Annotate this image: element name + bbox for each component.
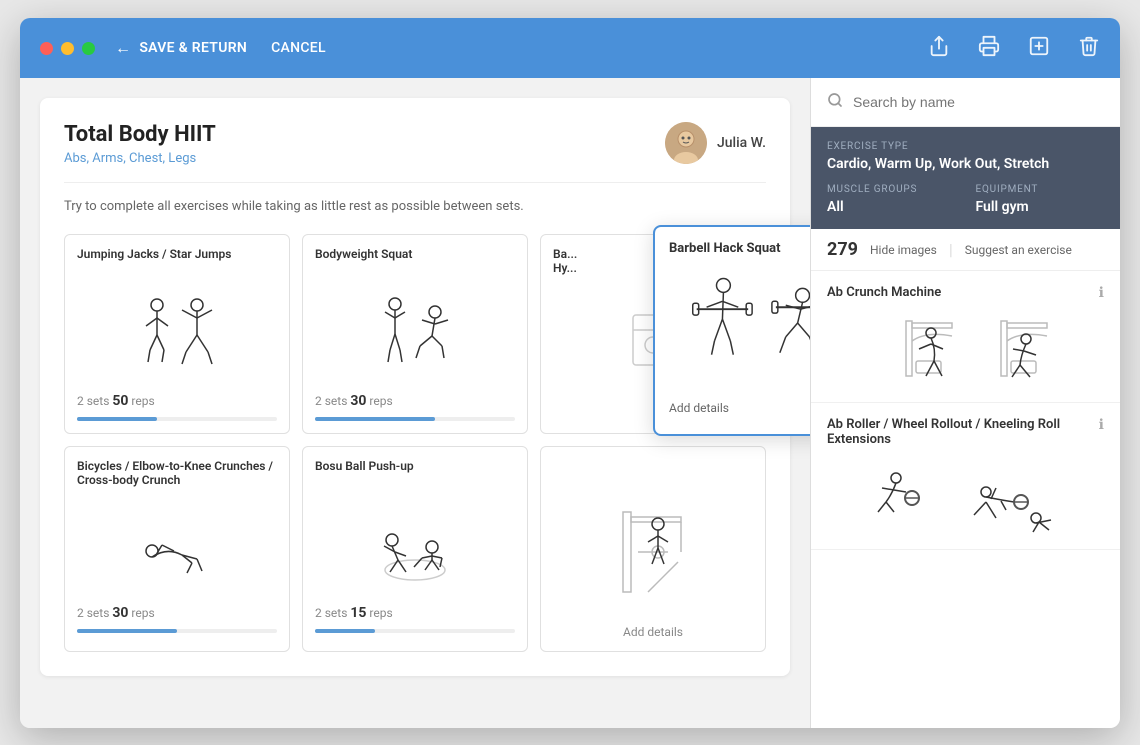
equipment-value: Full gym: [976, 199, 1105, 215]
exercise-list-content: Ab Roller / Wheel Rollout / Kneeling Rol…: [827, 417, 1104, 535]
popup-exercise-name: Barbell Hack Squat: [669, 241, 810, 256]
trainer-name: Julia W.: [717, 135, 766, 151]
exercise-illustration: [77, 285, 277, 385]
filter-row-2col: MUSCLE GROUPS All EQUIPMENT Full gym: [827, 184, 1104, 215]
exercise-illustration: [315, 497, 515, 597]
exercise-name: Bicycles / Elbow-to-Knee Crunches / Cros…: [77, 459, 277, 489]
exercise-list-content: Ab Crunch Machine ℹ: [827, 285, 1104, 388]
exercise-illustration: [315, 285, 515, 385]
exercise-stats: 2 sets 15 reps: [315, 605, 515, 621]
workout-description: Try to complete all exercises while taki…: [64, 199, 766, 214]
hide-images-button[interactable]: Hide images: [870, 243, 937, 257]
muscle-groups-value: All: [827, 199, 956, 215]
maximize-button[interactable]: [82, 42, 95, 55]
exercise-stats: 2 sets 50 reps: [77, 393, 277, 409]
workout-card: Total Body HIIT Abs, Arms, Chest, Legs: [40, 98, 790, 676]
exercise-name: Bodyweight Squat: [315, 247, 515, 277]
equipment-filter: EQUIPMENT Full gym: [976, 184, 1105, 215]
avatar: [665, 122, 707, 164]
print-icon[interactable]: [978, 35, 1000, 62]
close-button[interactable]: [40, 42, 53, 55]
exercise-stats: 2 sets 30 reps: [77, 605, 277, 621]
workout-info: Total Body HIIT Abs, Arms, Chest, Legs: [64, 122, 216, 166]
app-window: ← SAVE & RETURN CANCEL: [20, 18, 1120, 728]
muscle-groups-filter: MUSCLE GROUPS All: [827, 184, 956, 215]
trainer-info: Julia W.: [665, 122, 766, 164]
filter-panel: EXERCISE TYPE Cardio, Warm Up, Work Out,…: [811, 127, 1120, 229]
arrow-left-icon: ←: [115, 38, 131, 58]
workout-title: Total Body HIIT: [64, 122, 216, 147]
exercise-card-bicycles[interactable]: Bicycles / Elbow-to-Knee Crunches / Cros…: [64, 446, 290, 652]
muscle-groups-label: MUSCLE GROUPS: [827, 184, 956, 195]
share-icon[interactable]: [928, 35, 950, 62]
exercise-list-name: Ab Crunch Machine: [827, 285, 941, 300]
cancel-button[interactable]: CANCEL: [271, 40, 326, 56]
workout-tags: Abs, Arms, Chest, Legs: [64, 151, 216, 166]
workout-panel: Total Body HIIT Abs, Arms, Chest, Legs: [20, 78, 810, 728]
exercise-list-illustration: [827, 308, 1104, 388]
exercise-progress: [315, 629, 515, 633]
export-icon[interactable]: [1028, 35, 1050, 62]
add-details-button[interactable]: Add details: [669, 401, 729, 415]
save-return-label: SAVE & RETURN: [139, 40, 247, 56]
exercise-list-name: Ab Roller / Wheel Rollout / Kneeling Rol…: [827, 417, 1095, 447]
traffic-lights: [40, 42, 95, 55]
exercise-progress: [77, 417, 277, 421]
search-icon: [827, 92, 843, 112]
save-return-button[interactable]: ← SAVE & RETURN: [115, 38, 247, 58]
divider: |: [949, 240, 953, 259]
popup-actions: Add details 🤜: [669, 396, 810, 420]
list-item[interactable]: Ab Roller / Wheel Rollout / Kneeling Rol…: [811, 403, 1120, 550]
workout-header: Total Body HIIT Abs, Arms, Chest, Legs: [64, 122, 766, 183]
info-icon[interactable]: ℹ: [1099, 417, 1104, 433]
search-input[interactable]: [853, 94, 1104, 110]
results-bar: 279 Hide images | Suggest an exercise: [811, 229, 1120, 271]
exercise-card-squat[interactable]: Bodyweight Squat: [302, 234, 528, 434]
exercise-list-illustration: [827, 455, 1104, 535]
suggest-exercise-button[interactable]: Suggest an exercise: [965, 243, 1072, 257]
exercise-name: [553, 459, 753, 489]
search-box: [811, 78, 1120, 127]
exercise-card-bosu[interactable]: Bosu Ball Push-up: [302, 446, 528, 652]
exercise-progress: [315, 417, 515, 421]
exercise-type-label: EXERCISE TYPE: [827, 141, 1104, 152]
titlebar-actions: [928, 35, 1100, 62]
exercise-card-jumping-jacks[interactable]: Jumping Jacks / Star Jumps: [64, 234, 290, 434]
exercise-illustration: [553, 497, 753, 617]
exercise-illustration: [77, 497, 277, 597]
info-icon[interactable]: ℹ: [1099, 285, 1104, 301]
popup-illustration: [669, 266, 810, 386]
exercise-card-machine[interactable]: Add details: [540, 446, 766, 652]
minimize-button[interactable]: [61, 42, 74, 55]
exercise-stats: 2 sets 30 reps: [315, 393, 515, 409]
add-details-button-bottom[interactable]: Add details: [553, 625, 753, 639]
exercise-type-value: Cardio, Warm Up, Work Out, Stretch: [827, 156, 1104, 172]
exercise-progress: [77, 629, 277, 633]
search-panel: EXERCISE TYPE Cardio, Warm Up, Work Out,…: [810, 78, 1120, 728]
delete-icon[interactable]: [1078, 35, 1100, 62]
exercise-card-partial[interactable]: Ba...Hy... Barbell Hack Squat: [540, 234, 766, 434]
popup-card: Barbell Hack Squat: [653, 225, 810, 436]
content-area: Total Body HIIT Abs, Arms, Chest, Legs: [20, 78, 1120, 728]
exercise-name: Jumping Jacks / Star Jumps: [77, 247, 277, 277]
results-count: 279: [827, 239, 858, 260]
exercise-grid: Jumping Jacks / Star Jumps: [64, 234, 766, 652]
exercise-type-filter: EXERCISE TYPE Cardio, Warm Up, Work Out,…: [827, 141, 1104, 172]
exercise-list: Ab Crunch Machine ℹ: [811, 271, 1120, 728]
titlebar: ← SAVE & RETURN CANCEL: [20, 18, 1120, 78]
list-item[interactable]: Ab Crunch Machine ℹ: [811, 271, 1120, 403]
exercise-name: Bosu Ball Push-up: [315, 459, 515, 489]
equipment-label: EQUIPMENT: [976, 184, 1105, 195]
